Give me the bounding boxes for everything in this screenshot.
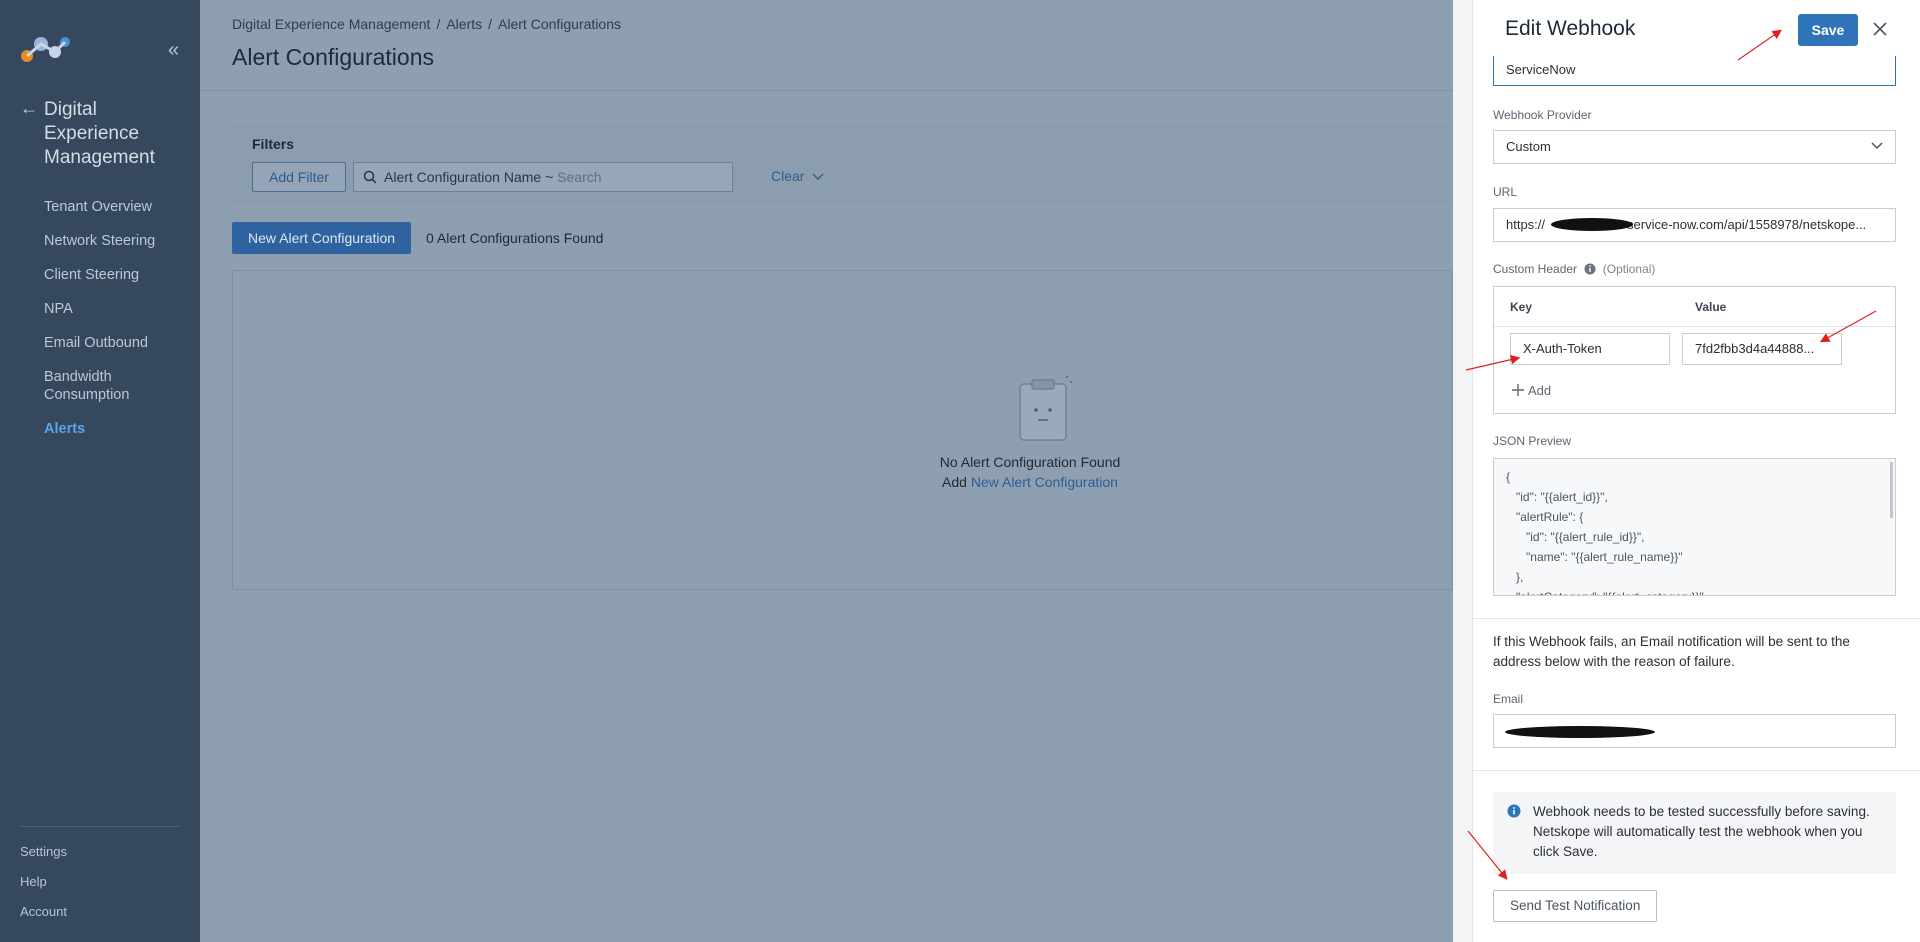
sidebar: « ← Digital Experience Management Tenant…: [0, 0, 200, 942]
chevron-down-icon: [1871, 142, 1883, 150]
webhook-name-input[interactable]: ServiceNow: [1493, 56, 1896, 86]
page-title: Alert Configurations: [232, 44, 434, 70]
empty-state-title: No Alert Configuration Found: [939, 454, 1121, 470]
sidebar-item-network-steering[interactable]: Network Steering: [44, 232, 194, 250]
empty-clipboard-icon: [1016, 375, 1072, 447]
search-field-name: Alert Configuration Name ~: [384, 169, 554, 185]
drawer-edge: [1453, 0, 1473, 942]
search-icon: [363, 170, 377, 184]
breadcrumb-item-current: Alert Configurations: [498, 16, 621, 32]
breadcrumb: Digital Experience Management / Alerts / Ale…: [232, 16, 621, 32]
sidebar-item-help[interactable]: Help: [20, 874, 67, 890]
clear-label: Clear: [771, 168, 805, 184]
filters-panel: Filters Add Filter Alert Configuration N…: [232, 124, 1453, 204]
breadcrumb-separator: /: [436, 16, 441, 32]
edit-webhook-drawer: Edit Webhook Save ServiceNow Webhook Pro…: [1453, 0, 1920, 942]
info-icon: [1507, 804, 1521, 818]
test-required-notice: Webhook needs to be tested successfully …: [1493, 792, 1896, 874]
send-test-notification-button[interactable]: Send Test Notification: [1493, 890, 1658, 922]
clear-filters-button[interactable]: Clear: [771, 168, 824, 184]
main-content: Digital Experience Management / Alerts / Ale…: [200, 0, 1635, 942]
json-preview-label: JSON Preview: [1493, 434, 1572, 448]
sidebar-item-npa[interactable]: NPA: [44, 300, 194, 318]
test-required-text: Webhook needs to be tested successfully …: [1533, 804, 1870, 859]
custom-header-label: Custom Header (Optional): [1493, 262, 1655, 276]
new-alert-configuration-button[interactable]: New Alert Configuration: [232, 222, 412, 254]
plus-icon: [1512, 384, 1524, 396]
header-key-input[interactable]: X-Auth-Token: [1510, 333, 1670, 365]
sidebar-item-account[interactable]: Account: [20, 904, 67, 920]
save-button[interactable]: Save: [1798, 14, 1858, 46]
url-label: URL: [1493, 185, 1518, 199]
custom-header-optional: (Optional): [1602, 262, 1656, 276]
section-divider: [1473, 618, 1920, 619]
empty-state-text: No Alert Configuration Found Add New Ale…: [938, 452, 1122, 492]
redaction-mark: [1551, 218, 1633, 231]
section-divider: [1473, 770, 1920, 771]
json-preview[interactable]: { "id": "{{alert_id}}", "alertRule": { "…: [1493, 458, 1896, 596]
key-column-header: Key: [1510, 300, 1533, 314]
back-arrow-icon[interactable]: ←: [20, 98, 38, 119]
sidebar-bottom-nav: Settings Help Account: [20, 844, 67, 934]
filters-label: Filters: [252, 136, 295, 152]
sidebar-divider: [20, 826, 180, 827]
failure-notice-text: If this Webhook fails, an Email notifica…: [1493, 634, 1850, 669]
sidebar-item-email-outbound[interactable]: Email Outbound: [44, 334, 194, 352]
drawer-title: Edit Webhook: [1505, 17, 1636, 40]
sidebar-nav: Tenant Overview Network Steering Client …: [44, 198, 194, 454]
breadcrumb-item-alerts[interactable]: Alerts: [446, 16, 482, 32]
add-header-button[interactable]: Add: [1512, 383, 1551, 398]
add-header-label: Add: [1528, 383, 1552, 398]
add-filter-button[interactable]: Add Filter: [252, 162, 346, 192]
redaction-mark: [1505, 726, 1655, 738]
empty-state-new-link[interactable]: New Alert Configuration: [971, 474, 1118, 490]
info-icon[interactable]: [1584, 263, 1596, 275]
webhook-provider-value: Custom: [1506, 139, 1551, 154]
header-divider: [200, 90, 1453, 91]
breadcrumb-separator: /: [488, 16, 493, 32]
custom-header-title: Custom Header: [1493, 262, 1578, 276]
empty-state-prefix: Add: [942, 474, 967, 490]
collapse-sidebar-icon[interactable]: «: [168, 40, 179, 60]
netskope-logo[interactable]: [19, 34, 71, 69]
chevron-down-icon: [812, 173, 824, 181]
header-value-input[interactable]: 7fd2fbb3d4a44888...: [1682, 333, 1842, 365]
sidebar-item-tenant-overview[interactable]: Tenant Overview: [44, 198, 194, 216]
sidebar-section-title: Digital Experience Management: [44, 99, 155, 168]
custom-header-table: Key Value X-Auth-Token 7fd2fbb3d4a44888.…: [1493, 286, 1896, 414]
sidebar-item-client-steering[interactable]: Client Steering: [44, 266, 194, 284]
empty-state-panel: [232, 270, 1453, 590]
custom-header-table-head: Key Value: [1494, 287, 1895, 327]
sidebar-item-settings[interactable]: Settings: [20, 844, 67, 860]
search-placeholder: Search: [557, 169, 602, 185]
email-label: Email: [1493, 692, 1524, 706]
search-input[interactable]: Alert Configuration Name ~ Search: [353, 162, 733, 192]
url-suffix: service-now.com/api/1558978/netskope...: [1627, 217, 1867, 232]
url-prefix: https://: [1506, 217, 1546, 232]
results-count: 0 Alert Configurations Found: [426, 230, 604, 246]
close-drawer-icon[interactable]: [1871, 20, 1889, 38]
value-column-header: Value: [1695, 300, 1727, 314]
breadcrumb-item-dem[interactable]: Digital Experience Management: [232, 16, 430, 32]
sidebar-item-bandwidth-consumption[interactable]: Bandwidth Consumption: [44, 368, 164, 404]
sidebar-item-alerts[interactable]: Alerts: [44, 420, 194, 438]
webhook-provider-label: Webhook Provider: [1493, 108, 1592, 122]
json-preview-scrollbar[interactable]: [1890, 462, 1893, 518]
webhook-provider-select[interactable]: Custom: [1493, 130, 1896, 164]
